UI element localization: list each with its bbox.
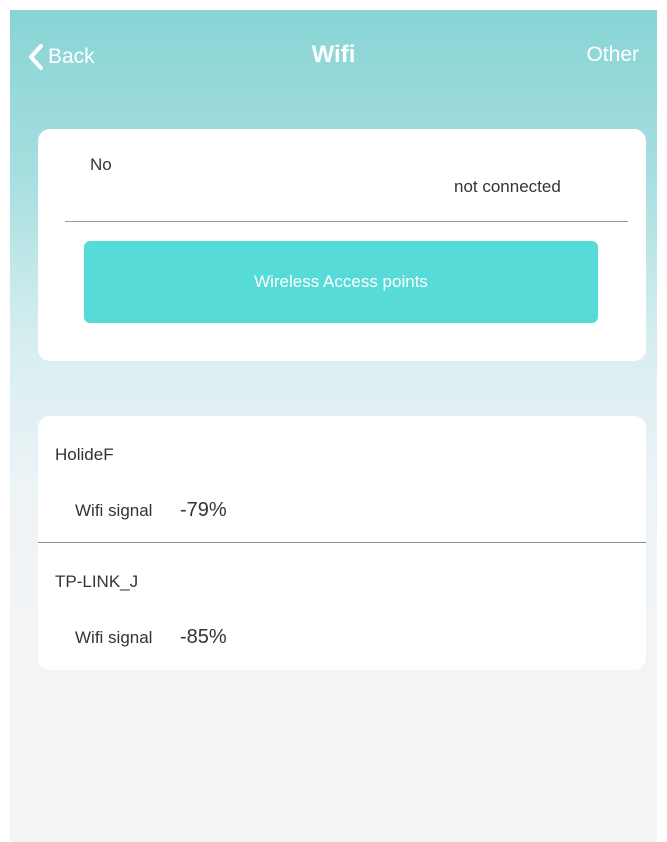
signal-value: -79% [180, 499, 227, 521]
signal-label: Wifi signal [75, 501, 153, 520]
access-point-name: TP-LINK_J [55, 572, 139, 591]
access-point-name: HolideF [55, 445, 114, 464]
page-title: Wifi [311, 41, 356, 68]
list-item-tp-link-j[interactable]: TP-LINK_J Wifi signal -85% [38, 543, 646, 669]
list-item-holidef[interactable]: HolideF Wifi signal -79% [38, 416, 646, 543]
connection-status-card: No not connected Wireless Access points [38, 129, 646, 361]
signal-value: -85% [180, 626, 227, 648]
wireless-access-points-button[interactable]: Wireless Access points [84, 241, 598, 323]
navigation-bar: Back Wifi Other [10, 10, 657, 105]
status-value: not connected [454, 177, 561, 196]
other-button[interactable]: Other [586, 43, 639, 67]
signal-label: Wifi signal [75, 628, 153, 647]
status-label: No [90, 155, 112, 174]
divider [65, 221, 628, 222]
access-point-list: HolideF Wifi signal -79% TP-LINK_J Wifi … [38, 416, 646, 670]
wifi-screen: Back Wifi Other No not connected Wireles… [10, 10, 657, 842]
